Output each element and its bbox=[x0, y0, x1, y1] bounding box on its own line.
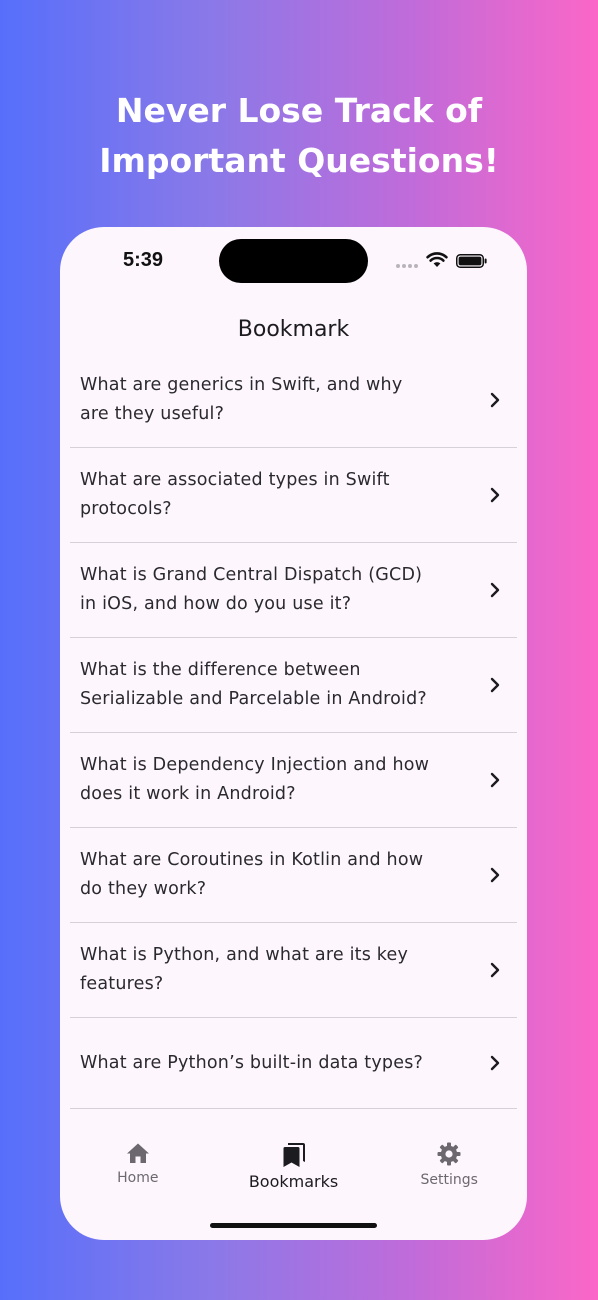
tab-settings-label: Settings bbox=[420, 1172, 478, 1188]
list-item[interactable]: What are Coroutines in Kotlin and how do… bbox=[70, 828, 517, 923]
bookmark-list: What are generics in Swift, and why are … bbox=[70, 353, 517, 1109]
promo-headline: Never Lose Track of Important Questions! bbox=[0, 86, 598, 186]
home-icon bbox=[126, 1143, 149, 1163]
dynamic-island bbox=[219, 239, 368, 283]
question-line: are they useful? bbox=[80, 404, 225, 424]
question-text: What is Grand Central Dispatch (GCD) in … bbox=[70, 561, 450, 619]
question-line: What are Coroutines in Kotlin and how bbox=[80, 850, 424, 870]
list-item[interactable]: What is Dependency Injection and how doe… bbox=[70, 733, 517, 828]
list-item[interactable]: What are Python’s built-in data types? bbox=[70, 1018, 517, 1109]
list-item[interactable]: What is Python, and what are its key fea… bbox=[70, 923, 517, 1018]
question-line: What is Grand Central Dispatch (GCD) bbox=[80, 565, 423, 585]
chevron-right-icon bbox=[490, 582, 500, 598]
page-title: Bookmark bbox=[237, 317, 350, 342]
question-line: in iOS, and how do you use it? bbox=[80, 594, 352, 614]
question-text: What is Dependency Injection and how doe… bbox=[70, 751, 450, 809]
chevron-right-icon bbox=[490, 867, 500, 883]
tab-settings[interactable]: Settings bbox=[371, 1132, 527, 1202]
question-line: Serializable and Parcelable in Android? bbox=[80, 689, 427, 709]
wifi-icon bbox=[426, 252, 448, 267]
tab-bookmarks-label: Bookmarks bbox=[248, 1172, 339, 1191]
question-line: What is the difference between bbox=[80, 660, 361, 680]
question-text: What are Python’s built-in data types? bbox=[70, 1049, 450, 1078]
question-text: What is the difference between Serializa… bbox=[70, 656, 450, 714]
question-line: What are Python’s built-in data types? bbox=[80, 1052, 424, 1073]
home-indicator bbox=[210, 1223, 377, 1228]
list-item[interactable]: What are generics in Swift, and why are … bbox=[70, 353, 517, 448]
bookmarks-icon bbox=[283, 1143, 305, 1167]
gear-icon bbox=[437, 1142, 461, 1166]
battery-icon bbox=[456, 254, 487, 268]
list-item[interactable]: What is Grand Central Dispatch (GCD) in … bbox=[70, 543, 517, 638]
question-line: What are generics in Swift, and why bbox=[80, 375, 403, 395]
phone-frame: 5:39 Bookmark What are generics in Swift… bbox=[60, 227, 527, 1240]
list-item[interactable]: What are associated types in Swift proto… bbox=[70, 448, 517, 543]
question-line: do they work? bbox=[80, 879, 207, 899]
chevron-right-icon bbox=[490, 1055, 500, 1071]
question-line: What is Python, and what are its key bbox=[80, 945, 409, 965]
list-item[interactable]: What is the difference between Serializa… bbox=[70, 638, 517, 733]
question-line: What are associated types in Swift bbox=[80, 470, 390, 490]
status-time: 5:39 bbox=[123, 249, 164, 271]
cellular-signal-icon bbox=[396, 264, 418, 268]
chevron-right-icon bbox=[490, 677, 500, 693]
question-line: does it work in Android? bbox=[80, 784, 296, 804]
bottom-tab-bar: Home Bookmarks Settings bbox=[60, 1132, 527, 1202]
question-line: features? bbox=[80, 974, 164, 994]
question-line: protocols? bbox=[80, 499, 172, 519]
question-text: What are generics in Swift, and why are … bbox=[70, 371, 450, 429]
question-line: What is Dependency Injection and how bbox=[80, 755, 430, 775]
chevron-right-icon bbox=[490, 487, 500, 503]
chevron-right-icon bbox=[490, 962, 500, 978]
tab-home-label: Home bbox=[117, 1170, 159, 1186]
question-text: What are Coroutines in Kotlin and how do… bbox=[70, 846, 450, 904]
tab-home[interactable]: Home bbox=[60, 1132, 216, 1202]
question-text: What is Python, and what are its key fea… bbox=[70, 941, 450, 999]
promo-headline-line2: Important Questions! bbox=[99, 141, 499, 180]
promo-headline-line1: Never Lose Track of bbox=[115, 91, 483, 130]
chevron-right-icon bbox=[490, 392, 500, 408]
tab-bookmarks[interactable]: Bookmarks bbox=[216, 1132, 372, 1202]
question-text: What are associated types in Swift proto… bbox=[70, 466, 450, 524]
chevron-right-icon bbox=[490, 772, 500, 788]
